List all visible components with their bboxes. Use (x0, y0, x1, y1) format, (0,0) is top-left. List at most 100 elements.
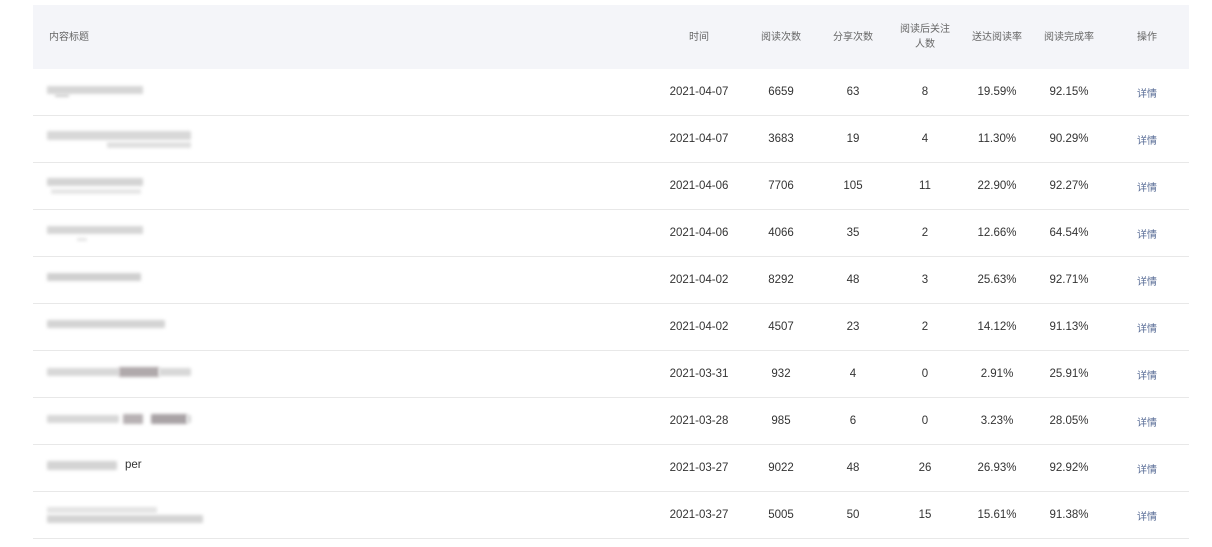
cell-shares: 23 (817, 303, 889, 351)
cell-follows: 2 (889, 303, 961, 351)
detail-link[interactable]: 详情 (1137, 465, 1157, 476)
cell-action: 详情 (1105, 69, 1189, 116)
cell-time: 2021-03-27 (653, 491, 745, 539)
header-row: 内容标题 时间 阅读次数 分享次数 阅读后关注 人数 送达阅读率 阅读完成率 操… (33, 5, 1189, 69)
cell-title (33, 209, 653, 257)
detail-link[interactable]: 详情 (1137, 512, 1157, 523)
table-row[interactable]: per 2021-03-27 9022 48 26 26.93% 92.92% 详情 (33, 444, 1189, 492)
cell-action: 详情 (1105, 397, 1189, 445)
title-text-visible: per (125, 459, 142, 471)
redacted-title (47, 129, 191, 149)
cell-follows: 4 (889, 115, 961, 163)
cell-reads: 985 (745, 397, 817, 445)
article-stats-panel: 内容标题 时间 阅读次数 分享次数 阅读后关注 人数 送达阅读率 阅读完成率 操… (33, 5, 1189, 539)
detail-link[interactable]: 详情 (1137, 183, 1157, 194)
cell-follows: 11 (889, 162, 961, 210)
header-follows-line2: 人数 (915, 39, 935, 50)
header-shares: 分享次数 (817, 5, 889, 69)
header-time: 时间 (653, 5, 745, 69)
cell-shares: 4 (817, 350, 889, 398)
cell-reads: 8292 (745, 256, 817, 304)
cell-time: 2021-03-31 (653, 350, 745, 398)
detail-link[interactable]: 详情 (1137, 371, 1157, 382)
table-row[interactable]: 2021-04-06 4066 35 2 12.66% 64.54% 详情 (33, 209, 1189, 257)
cell-reads: 4507 (745, 303, 817, 351)
cell-delivery-rate: 2.91% (961, 350, 1033, 398)
cell-shares: 6 (817, 397, 889, 445)
cell-delivery-rate: 15.61% (961, 491, 1033, 539)
detail-link[interactable]: 详情 (1137, 230, 1157, 241)
cell-follows: 0 (889, 350, 961, 398)
cell-shares: 48 (817, 256, 889, 304)
cell-follows: 2 (889, 209, 961, 257)
table-row[interactable]: 2021-03-28 985 6 0 3.23% 28.05% 详情 (33, 397, 1189, 445)
cell-title (33, 397, 653, 445)
cell-action: 详情 (1105, 209, 1189, 257)
redacted-title (47, 364, 191, 384)
cell-title (33, 303, 653, 351)
cell-action: 详情 (1105, 444, 1189, 492)
detail-link[interactable]: 详情 (1137, 277, 1157, 288)
cell-follows: 0 (889, 397, 961, 445)
table-row[interactable]: 2021-04-02 4507 23 2 14.12% 91.13% 详情 (33, 303, 1189, 351)
cell-follows: 15 (889, 491, 961, 539)
header-follows: 阅读后关注 人数 (889, 5, 961, 69)
cell-completion-rate: 90.29% (1033, 115, 1105, 163)
detail-link[interactable]: 详情 (1137, 418, 1157, 429)
cell-reads: 3683 (745, 115, 817, 163)
cell-reads: 7706 (745, 162, 817, 210)
detail-link[interactable]: 详情 (1137, 136, 1157, 147)
table-row[interactable]: 2021-04-07 3683 19 4 11.30% 90.29% 详情 (33, 115, 1189, 163)
cell-delivery-rate: 3.23% (961, 397, 1033, 445)
cell-time: 2021-03-28 (653, 397, 745, 445)
cell-completion-rate: 28.05% (1033, 397, 1105, 445)
cell-completion-rate: 92.15% (1033, 69, 1105, 116)
table-row[interactable]: 2021-04-07 6659 63 8 19.59% 92.15% 详情 (33, 69, 1189, 116)
cell-delivery-rate: 19.59% (961, 69, 1033, 116)
cell-completion-rate: 92.71% (1033, 256, 1105, 304)
table-row[interactable]: 2021-04-06 7706 105 11 22.90% 92.27% 详情 (33, 162, 1189, 210)
header-delivery-rate: 送达阅读率 (961, 5, 1033, 69)
table-header: 内容标题 时间 阅读次数 分享次数 阅读后关注 人数 送达阅读率 阅读完成率 操… (33, 5, 1189, 69)
cell-reads: 932 (745, 350, 817, 398)
article-stats-table: 内容标题 时间 阅读次数 分享次数 阅读后关注 人数 送达阅读率 阅读完成率 操… (33, 5, 1189, 539)
cell-follows: 3 (889, 256, 961, 304)
cell-delivery-rate: 25.63% (961, 256, 1033, 304)
cell-time: 2021-04-06 (653, 162, 745, 210)
table-row[interactable]: 2021-03-27 5005 50 15 15.61% 91.38% 详情 (33, 491, 1189, 539)
redacted-title (47, 505, 203, 525)
cell-time: 2021-03-27 (653, 444, 745, 492)
cell-time: 2021-04-07 (653, 69, 745, 116)
cell-time: 2021-04-06 (653, 209, 745, 257)
detail-link[interactable]: 详情 (1137, 324, 1157, 335)
table-body: 2021-04-07 6659 63 8 19.59% 92.15% 详情 2021-04-0… (33, 69, 1189, 539)
cell-shares: 35 (817, 209, 889, 257)
redacted-title (47, 223, 143, 243)
cell-completion-rate: 64.54% (1033, 209, 1105, 257)
redacted-title (47, 317, 165, 337)
cell-title (33, 115, 653, 163)
redacted-title (47, 270, 141, 290)
cell-shares: 48 (817, 444, 889, 492)
cell-reads: 9022 (745, 444, 817, 492)
cell-title (33, 256, 653, 304)
cell-title (33, 491, 653, 539)
cell-action: 详情 (1105, 162, 1189, 210)
table-row[interactable]: 2021-04-02 8292 48 3 25.63% 92.71% 详情 (33, 256, 1189, 304)
cell-action: 详情 (1105, 256, 1189, 304)
cell-delivery-rate: 14.12% (961, 303, 1033, 351)
cell-reads: 5005 (745, 491, 817, 539)
header-title: 内容标题 (33, 5, 653, 69)
cell-delivery-rate: 11.30% (961, 115, 1033, 163)
table-row[interactable]: 2021-03-31 932 4 0 2.91% 25.91% 详情 (33, 350, 1189, 398)
cell-action: 详情 (1105, 115, 1189, 163)
cell-shares: 63 (817, 69, 889, 116)
cell-completion-rate: 92.27% (1033, 162, 1105, 210)
redacted-title (47, 458, 117, 478)
cell-delivery-rate: 22.90% (961, 162, 1033, 210)
cell-time: 2021-04-07 (653, 115, 745, 163)
redacted-title (47, 411, 191, 431)
detail-link[interactable]: 详情 (1137, 89, 1157, 100)
cell-action: 详情 (1105, 303, 1189, 351)
cell-title (33, 69, 653, 116)
